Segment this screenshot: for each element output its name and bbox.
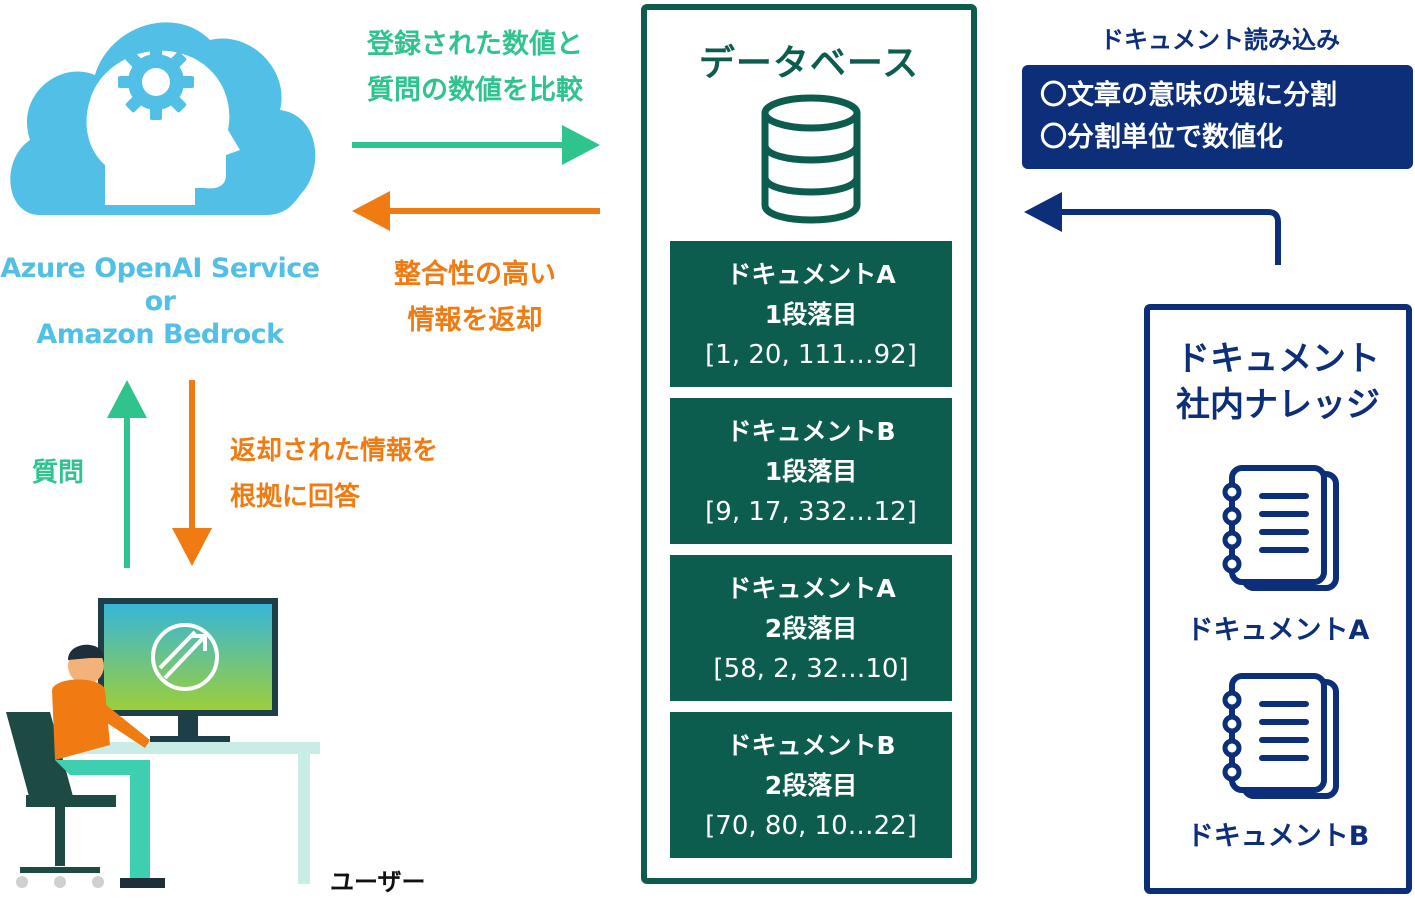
user-illustration (6, 598, 320, 888)
answer-arrow (172, 380, 212, 566)
ai-cloud-icon (10, 22, 316, 215)
return-label: 整合性の高い 情報を返却 (394, 259, 556, 336)
database-title: データベース (698, 43, 920, 84)
chunk-vector: [58, 2, 32…10] (713, 654, 909, 684)
chunk-doc: ドキュメントB (726, 417, 896, 446)
load-arrow (1024, 192, 1281, 265)
return-arrow (352, 191, 600, 231)
db-chunk: ドキュメントB 1段落目 [9, 17, 332…12] (670, 398, 952, 544)
load-step: 〇文章の意味の塊に分割 (1040, 80, 1337, 111)
chunk-vector: [70, 80, 10…22] (705, 811, 917, 841)
document-a-label: ドキュメントA (1186, 615, 1370, 646)
chunk-paragraph: 2段落目 (764, 614, 858, 643)
chunk-paragraph: 1段落目 (764, 300, 858, 329)
load-title: ドキュメント読み込み (1100, 26, 1340, 54)
chunk-doc: ドキュメントB (726, 731, 896, 760)
db-chunk: ドキュメントA 1段落目 [1, 20, 111…92] (670, 241, 952, 387)
load-steps-box: 〇文章の意味の塊に分割 〇分割単位で数値化 (1022, 65, 1413, 169)
knowledge-title: ドキュメント 社内ナレッジ (1176, 339, 1380, 425)
load-step: 〇分割単位で数値化 (1040, 122, 1283, 153)
chunk-vector: [9, 17, 332…12] (705, 497, 917, 527)
compare-label: 登録された数値と 質問の数値を比較 (367, 29, 583, 106)
chunk-doc: ドキュメントA (726, 260, 896, 289)
chunk-paragraph: 1段落目 (764, 457, 858, 486)
user-label: ユーザー (330, 868, 426, 896)
compare-arrow (352, 125, 600, 165)
question-label: 質問 (31, 458, 84, 488)
chunk-vector: [1, 20, 111…92] (705, 340, 917, 370)
chunk-doc: ドキュメントA (726, 574, 896, 603)
ai-service-label: Azure OpenAI Service or Amazon Bedrock (0, 253, 320, 350)
question-arrow (107, 380, 147, 568)
answer-label: 返却された情報を 根拠に回答 (230, 436, 439, 512)
db-chunk: ドキュメントA 2段落目 [58, 2, 32…10] (670, 555, 952, 701)
document-b-label: ドキュメントB (1186, 821, 1370, 852)
chunk-paragraph: 2段落目 (764, 771, 858, 800)
db-chunk: ドキュメントB 2段落目 [70, 80, 10…22] (670, 712, 952, 858)
